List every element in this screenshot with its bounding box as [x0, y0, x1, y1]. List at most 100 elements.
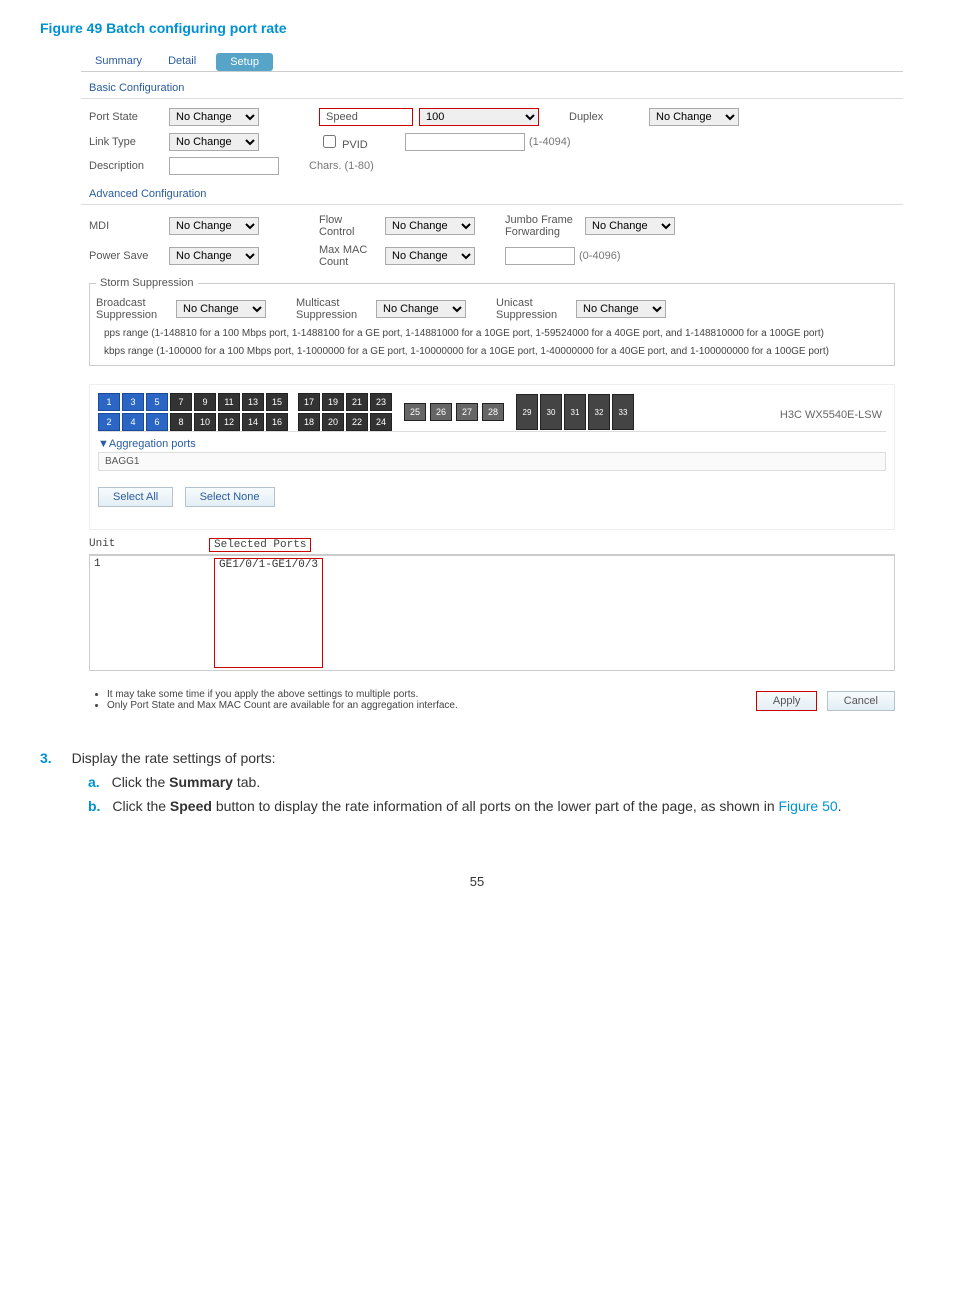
aggregation-item[interactable]: BAGG1: [98, 452, 886, 471]
port-19[interactable]: 19: [322, 393, 344, 411]
max-mac-select[interactable]: No Change: [385, 247, 475, 265]
figure-link[interactable]: Figure 50: [779, 798, 838, 814]
port-26[interactable]: 26: [430, 403, 452, 421]
speed-label: Speed: [319, 108, 413, 126]
port-31[interactable]: 31: [564, 394, 586, 430]
device-model: H3C WX5540E-LSW: [780, 409, 882, 421]
substep-a-letter: a.: [88, 774, 100, 790]
flow-control-select[interactable]: No Change: [385, 217, 475, 235]
note-2: Only Port State and Max MAC Count are av…: [107, 700, 458, 711]
advanced-config-header: Advanced Configuration: [81, 178, 903, 205]
jumbo-label: Jumbo Frame Forwarding: [505, 214, 585, 238]
port-10[interactable]: 10: [194, 413, 216, 431]
unicast-select[interactable]: No Change: [576, 300, 666, 318]
port-8[interactable]: 8: [170, 413, 192, 431]
storm-suppression-fieldset: Storm Suppression Broadcast Suppression …: [89, 277, 895, 366]
port-1[interactable]: 1: [98, 393, 120, 411]
tab-bar: Summary Detail Setup: [81, 47, 903, 72]
port-state-select[interactable]: No Change: [169, 108, 259, 126]
port-16[interactable]: 16: [266, 413, 288, 431]
port-20[interactable]: 20: [322, 413, 344, 431]
port-24[interactable]: 24: [370, 413, 392, 431]
port-29[interactable]: 29: [516, 394, 538, 430]
port-22[interactable]: 22: [346, 413, 368, 431]
port-32[interactable]: 32: [588, 394, 610, 430]
substep-b-pre: Click the: [112, 798, 170, 814]
port-6[interactable]: 6: [146, 413, 168, 431]
port-5[interactable]: 5: [146, 393, 168, 411]
duplex-label: Duplex: [569, 111, 649, 123]
substep-b-mid: button to display the rate information o…: [212, 798, 779, 814]
flow-control-label: Flow Control: [319, 214, 379, 238]
port-25[interactable]: 25: [404, 403, 426, 421]
substep-a-post: tab.: [233, 774, 260, 790]
basic-config-header: Basic Configuration: [81, 72, 903, 99]
description-label: Description: [89, 160, 169, 172]
power-save-label: Power Save: [89, 250, 169, 262]
kbps-range-note: kbps range (1-100000 for a 100 Mbps port…: [96, 341, 888, 359]
substep-a-pre: Click the: [112, 774, 170, 790]
step-number: 3.: [40, 750, 52, 766]
description-hint: Chars. (1-80): [309, 160, 374, 172]
note-1: It may take some time if you apply the a…: [107, 689, 458, 700]
port-30[interactable]: 30: [540, 394, 562, 430]
broadcast-select[interactable]: No Change: [176, 300, 266, 318]
port-2[interactable]: 2: [98, 413, 120, 431]
unicast-label: Unicast Suppression: [496, 297, 576, 321]
max-mac-input[interactable]: [505, 247, 575, 265]
port-7[interactable]: 7: [170, 393, 192, 411]
cancel-button[interactable]: Cancel: [827, 691, 895, 711]
port-14[interactable]: 14: [242, 413, 264, 431]
port-33[interactable]: 33: [612, 394, 634, 430]
pvid-input[interactable]: [405, 133, 525, 151]
unit-header: Unit: [89, 538, 209, 552]
setup-panel: Summary Detail Setup Basic Configuration…: [80, 46, 904, 720]
port-21[interactable]: 21: [346, 393, 368, 411]
tab-detail[interactable]: Detail: [162, 51, 202, 71]
pvid-label: PVID: [342, 139, 368, 151]
substep-b-end: .: [838, 798, 842, 814]
pvid-checkbox[interactable]: [323, 135, 336, 148]
port-11[interactable]: 11: [218, 393, 240, 411]
jumbo-select[interactable]: No Change: [585, 217, 675, 235]
substep-b-letter: b.: [88, 798, 100, 814]
select-none-button[interactable]: Select None: [185, 487, 275, 507]
port-9[interactable]: 9: [194, 393, 216, 411]
apply-button[interactable]: Apply: [756, 691, 818, 711]
step-text: Display the rate settings of ports:: [72, 750, 276, 766]
port-15[interactable]: 15: [266, 393, 288, 411]
port-23[interactable]: 23: [370, 393, 392, 411]
tab-setup[interactable]: Setup: [216, 53, 273, 71]
pvid-hint: (1-4094): [529, 136, 571, 148]
port-18[interactable]: 18: [298, 413, 320, 431]
max-mac-label: Max MAC Count: [319, 244, 379, 268]
page-number: 55: [40, 874, 914, 889]
speed-select[interactable]: 100: [419, 108, 539, 126]
description-input[interactable]: [169, 157, 279, 175]
instructions: 3. Display the rate settings of ports: a…: [40, 750, 914, 814]
select-all-button[interactable]: Select All: [98, 487, 173, 507]
port-grid: 1234567891011121314151617181920212223242…: [98, 393, 886, 431]
port-13[interactable]: 13: [242, 393, 264, 411]
port-selector-panel: H3C WX5540E-LSW 123456789101112131415161…: [89, 384, 895, 530]
substep-b-bold: Speed: [170, 798, 212, 814]
port-3[interactable]: 3: [122, 393, 144, 411]
port-17[interactable]: 17: [298, 393, 320, 411]
pps-range-note: pps range (1-148810 for a 100 Mbps port,…: [96, 323, 888, 341]
selected-ports-value: GE1/0/1-GE1/0/3: [214, 558, 323, 668]
selected-ports-header: Selected Ports: [209, 538, 311, 552]
tab-summary[interactable]: Summary: [89, 51, 148, 71]
link-type-select[interactable]: No Change: [169, 133, 259, 151]
unit-value: 1: [94, 558, 214, 668]
figure-title: Figure 49 Batch configuring port rate: [40, 20, 914, 36]
aggregation-ports-header[interactable]: ▼Aggregation ports: [98, 431, 886, 452]
max-mac-hint: (0-4096): [579, 250, 621, 262]
duplex-select[interactable]: No Change: [649, 108, 739, 126]
multicast-select[interactable]: No Change: [376, 300, 466, 318]
port-4[interactable]: 4: [122, 413, 144, 431]
mdi-select[interactable]: No Change: [169, 217, 259, 235]
port-28[interactable]: 28: [482, 403, 504, 421]
port-12[interactable]: 12: [218, 413, 240, 431]
power-save-select[interactable]: No Change: [169, 247, 259, 265]
port-27[interactable]: 27: [456, 403, 478, 421]
